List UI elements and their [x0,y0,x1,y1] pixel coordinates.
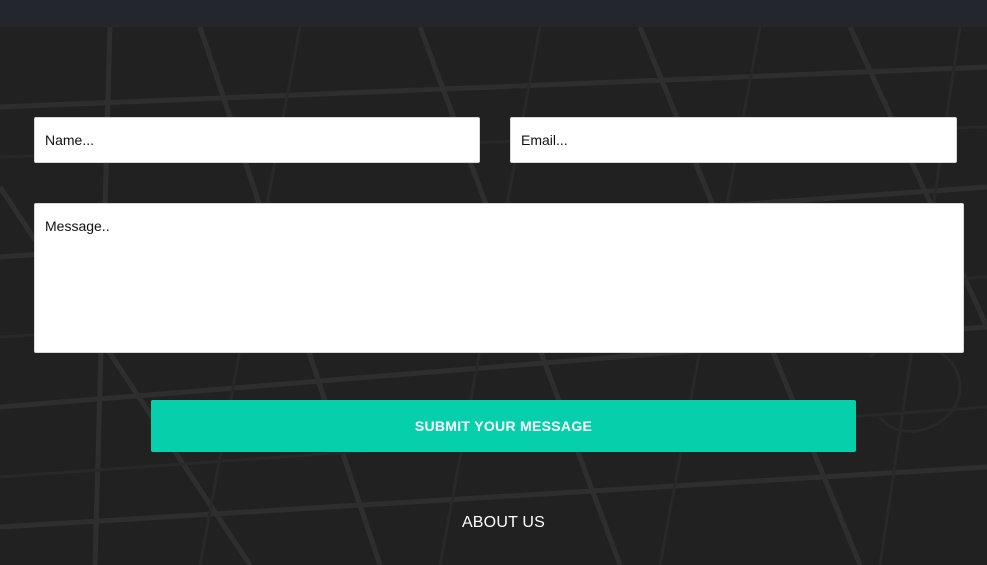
contact-section: SUBMIT YOUR MESSAGE ABOUT US [0,0,987,565]
about-us-heading: ABOUT US [461,514,546,531]
header-strip [0,0,987,27]
email-input[interactable] [510,117,957,163]
name-input[interactable] [34,117,480,163]
submit-message-button[interactable]: SUBMIT YOUR MESSAGE [151,400,856,452]
message-textarea[interactable] [34,203,964,353]
